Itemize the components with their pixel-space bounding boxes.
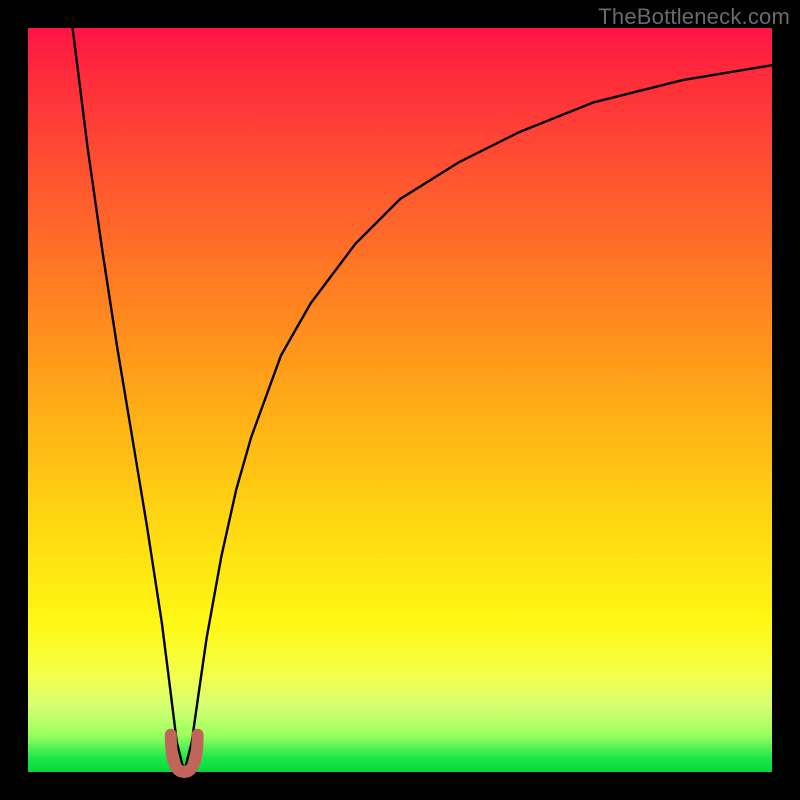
watermark-text: TheBottleneck.com — [598, 4, 790, 30]
bottleneck-curve — [73, 28, 772, 772]
curve-svg — [28, 28, 772, 772]
plot-area — [28, 28, 772, 772]
chart-frame: TheBottleneck.com — [0, 0, 800, 800]
min-marker — [171, 735, 198, 772]
